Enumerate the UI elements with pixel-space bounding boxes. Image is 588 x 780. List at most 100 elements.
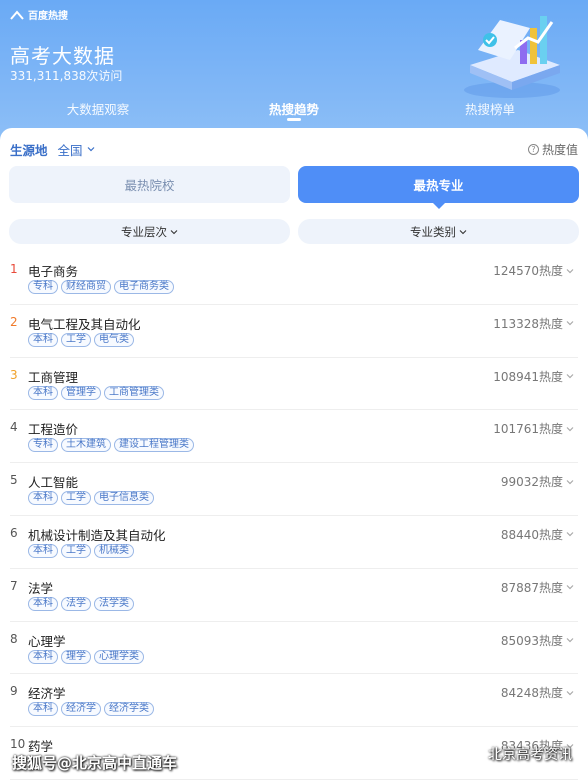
rank-number: 4 [10, 420, 18, 435]
major-tag: 机械类 [94, 543, 134, 558]
major-tag: 建设工程管理类 [114, 438, 194, 453]
logo-icon [10, 9, 24, 20]
tag-group: 本科 管理学 工商管理类 [28, 385, 164, 400]
major-name: 机械设计制造及其自动化 [28, 527, 166, 543]
major-tag: 心理学类 [94, 649, 144, 664]
major-tag: 专科 [28, 280, 58, 294]
heat-value: 84248热度 [501, 684, 574, 701]
ranking-type-switch: 最热院校 最热专业 [9, 166, 579, 209]
origin-select[interactable]: 全国 [58, 140, 95, 159]
active-tab-indicator [287, 118, 301, 121]
major-name: 工商管理 [28, 369, 79, 385]
list-item[interactable]: 8 心理学 本科 理学 心理学类 85093热度 [10, 622, 578, 675]
chevron-down-icon [87, 147, 94, 152]
active-pointer [432, 203, 445, 209]
tag-group: 本科 工学 机械类 [28, 543, 134, 558]
tag-group: 本科 经济学 经济学类 [28, 702, 154, 717]
major-tag: 工学 [61, 491, 91, 506]
list-item[interactable]: 4 工程造价 专科 土木建筑 建设工程管理类 101761热度 [10, 410, 578, 464]
chevron-down-icon[interactable] [566, 267, 574, 275]
list-item[interactable]: 2 电气工程及其自动化 本科 工学 电气类 113328热度 [10, 305, 578, 358]
heat-text: 108941热度 [493, 369, 563, 384]
heat-text: 84248热度 [500, 686, 563, 701]
major-tag: 本科 [28, 491, 58, 506]
chevron-down-icon [170, 229, 178, 234]
heat-value: 113328热度 [493, 315, 574, 332]
major-tag: 本科 [28, 543, 58, 558]
chevron-down-icon [459, 229, 467, 234]
rank-number: 1 [10, 262, 18, 276]
list-item[interactable]: 6 机械设计制造及其自动化 本科 工学 机械类 88440热度 [10, 516, 578, 569]
page-title: 高考大数据 [10, 44, 115, 68]
tag-group: 本科 理学 心理学类 [28, 649, 144, 664]
list-item[interactable]: 1 电子商务 专科 财经商贸 电子商务类 124570热度 [10, 252, 578, 305]
heat-text: 99032热度 [500, 475, 563, 490]
heat-value: 101761热度 [493, 420, 574, 437]
major-tag: 工学 [61, 543, 91, 558]
heat-text: 101761热度 [493, 422, 563, 437]
rank-number: 3 [10, 367, 18, 382]
major-category-filter[interactable]: 专业类别 [298, 219, 579, 244]
major-name: 经济学 [28, 686, 66, 702]
chevron-down-icon[interactable] [566, 530, 574, 538]
tag-group: 专科 财经商贸 电子商务类 [28, 280, 174, 294]
chevron-down-icon[interactable] [566, 478, 574, 486]
chevron-down-icon[interactable] [566, 689, 574, 697]
tab-hot-schools[interactable]: 最热院校 [9, 166, 290, 203]
tab-data-observation[interactable]: 大数据观察 [0, 96, 196, 118]
major-tag: 经济学 [61, 702, 101, 717]
major-tag: 经济学类 [104, 702, 154, 717]
chevron-down-icon[interactable] [566, 319, 574, 327]
major-tag: 电子商务类 [114, 280, 174, 294]
heat-value-help[interactable]: ? 热度值 [527, 141, 578, 158]
major-tag: 工商管理类 [104, 385, 164, 400]
question-icon: ? [527, 143, 539, 155]
brand-name: 百度热搜 [28, 11, 68, 22]
major-tag: 电子信息类 [94, 491, 154, 506]
chevron-down-icon[interactable] [566, 425, 574, 433]
heat-text: 113328热度 [493, 316, 563, 331]
heat-value: 85093热度 [501, 632, 574, 649]
major-tag: 管理学 [61, 385, 101, 400]
rank-number: 10 [10, 737, 26, 752]
major-tag: 本科 [28, 702, 58, 717]
major-level-filter[interactable]: 专业层次 [9, 219, 290, 244]
list-item[interactable]: 9 经济学 本科 经济学 经济学类 84248热度 [10, 674, 578, 728]
heat-value: 108941热度 [493, 368, 574, 385]
major-tag: 本科 [28, 332, 58, 347]
watermark-left: 搜狐号@北京高中直通车 [12, 754, 178, 772]
chevron-down-icon[interactable] [566, 372, 574, 380]
heat-text: 124570热度 [493, 264, 563, 278]
major-ranking-list: 1 电子商务 专科 财经商贸 电子商务类 124570热度 2 电气工程及其自动化 本科 工学 电气… [0, 252, 588, 780]
major-tag: 本科 [28, 596, 58, 611]
major-tag: 电气类 [94, 332, 134, 347]
rank-number: 2 [10, 314, 18, 329]
heat-text: 85093热度 [500, 633, 563, 648]
heat-value: 124570热度 [493, 262, 574, 279]
major-tag: 法学类 [94, 596, 134, 611]
major-name: 法学 [28, 580, 54, 596]
visit-count: 331,311,838次访问 [10, 69, 123, 83]
major-tag: 本科 [28, 649, 58, 664]
major-name: 人工智能 [28, 475, 79, 491]
hero-illustration [464, 16, 560, 98]
rank-number: 5 [10, 473, 18, 488]
sub-filter-row: 专业层次 专业类别 [9, 219, 579, 244]
major-name: 电气工程及其自动化 [28, 316, 141, 332]
header-banner: 百度热搜 高考大数据 331,311,838次访问 大数据观察 热搜趋势 热搜榜… [0, 0, 588, 140]
heat-text: 88440热度 [500, 527, 563, 542]
chevron-down-icon[interactable] [566, 583, 574, 591]
origin-label: 生源地 [10, 142, 48, 158]
chevron-down-icon[interactable] [566, 636, 574, 644]
tab-hot-search-ranking[interactable]: 热搜榜单 [392, 96, 588, 118]
rank-number: 9 [10, 684, 18, 699]
list-item[interactable]: 7 法学 本科 法学 法学类 87887热度 [10, 569, 578, 622]
rank-number: 7 [10, 578, 18, 593]
list-item[interactable]: 5 人工智能 本科 工学 电子信息类 99032热度 [10, 463, 578, 516]
tab-hot-majors[interactable]: 最热专业 [298, 166, 579, 209]
watermark-right: 北京高考资讯 [460, 744, 572, 764]
list-item[interactable]: 3 工商管理 本科 管理学 工商管理类 108941热度 [10, 358, 578, 411]
major-name: 工程造价 [28, 422, 79, 438]
tab-hot-search-trend[interactable]: 热搜趋势 [196, 96, 392, 121]
tag-group: 本科 工学 电气类 [28, 332, 134, 347]
